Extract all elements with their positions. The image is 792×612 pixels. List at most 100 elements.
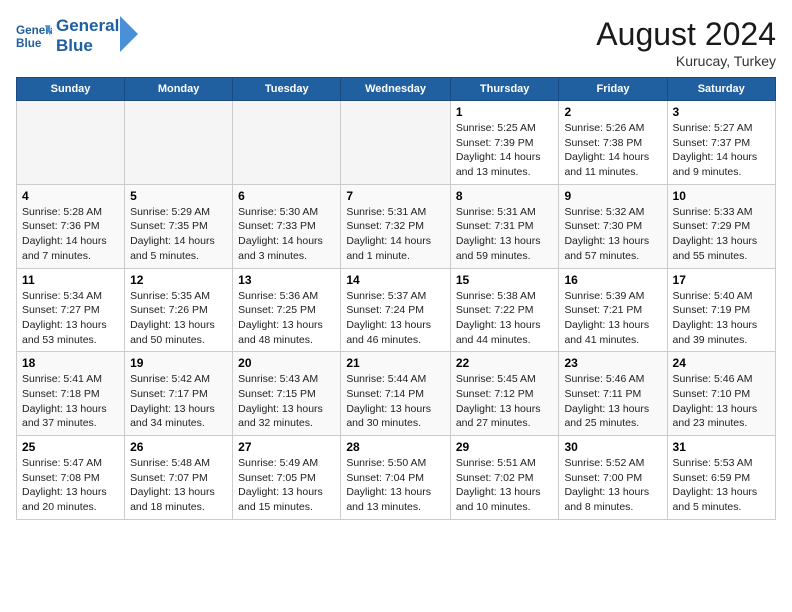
day-info: Sunrise: 5:47 AMSunset: 7:08 PMDaylight:… bbox=[22, 456, 119, 515]
day-number: 23 bbox=[564, 356, 661, 370]
calendar-cell: 17 Sunrise: 5:40 AMSunset: 7:19 PMDayligh… bbox=[667, 268, 775, 352]
day-info: Sunrise: 5:46 AMSunset: 7:10 PMDaylight:… bbox=[673, 372, 770, 431]
month-info: August 2024 Kurucay, Turkey bbox=[596, 16, 776, 69]
calendar-cell: 4 Sunrise: 5:28 AMSunset: 7:36 PMDaylight… bbox=[17, 184, 125, 268]
calendar-cell: 28 Sunrise: 5:50 AMSunset: 7:04 PMDayligh… bbox=[341, 436, 451, 520]
calendar-cell: 3 Sunrise: 5:27 AMSunset: 7:37 PMDaylight… bbox=[667, 101, 775, 185]
day-info: Sunrise: 5:27 AMSunset: 7:37 PMDaylight:… bbox=[673, 121, 770, 180]
logo-icon: General Blue bbox=[16, 18, 52, 54]
calendar-week-4: 18Sunrise: 5:41 AMSunset: 7:18 PMDayligh… bbox=[17, 352, 776, 436]
day-info: Sunrise: 5:28 AMSunset: 7:36 PMDaylight:… bbox=[22, 205, 119, 264]
calendar-cell: 12 Sunrise: 5:35 AMSunset: 7:26 PMDayligh… bbox=[125, 268, 233, 352]
day-info: Sunrise: 5:26 AMSunset: 7:38 PMDaylight:… bbox=[564, 121, 661, 180]
logo-text: General bbox=[56, 16, 119, 36]
day-info: Sunrise: 5:39 AMSunset: 7:21 PMDaylight:… bbox=[564, 289, 661, 348]
calendar-cell: 19 Sunrise: 5:42 AMSunset: 7:17 PMDayligh… bbox=[125, 352, 233, 436]
calendar-cell: 13Sunrise: 5:36 AMSunset: 7:25 PMDayligh… bbox=[233, 268, 341, 352]
day-info: Sunrise: 5:45 AMSunset: 7:12 PMDaylight:… bbox=[456, 372, 554, 431]
calendar-cell: 5 Sunrise: 5:29 AMSunset: 7:35 PMDaylight… bbox=[125, 184, 233, 268]
calendar-cell: 8 Sunrise: 5:31 AMSunset: 7:31 PMDaylight… bbox=[450, 184, 559, 268]
day-number: 6 bbox=[238, 189, 335, 203]
day-info: Sunrise: 5:46 AMSunset: 7:11 PMDaylight:… bbox=[564, 372, 661, 431]
calendar-cell: 9 Sunrise: 5:32 AMSunset: 7:30 PMDaylight… bbox=[559, 184, 667, 268]
page-header: General Blue General Blue August 2024 Ku… bbox=[16, 16, 776, 69]
day-info: Sunrise: 5:25 AMSunset: 7:39 PMDaylight:… bbox=[456, 121, 554, 180]
day-info: Sunrise: 5:38 AMSunset: 7:22 PMDaylight:… bbox=[456, 289, 554, 348]
day-number: 10 bbox=[673, 189, 770, 203]
calendar-cell: 2Sunrise: 5:26 AMSunset: 7:38 PMDaylight… bbox=[559, 101, 667, 185]
calendar-cell: 7Sunrise: 5:31 AMSunset: 7:32 PMDaylight… bbox=[341, 184, 451, 268]
day-number: 5 bbox=[130, 189, 227, 203]
weekday-header-wednesday: Wednesday bbox=[341, 78, 451, 101]
calendar-cell: 29 Sunrise: 5:51 AMSunset: 7:02 PMDayligh… bbox=[450, 436, 559, 520]
day-info: Sunrise: 5:42 AMSunset: 7:17 PMDaylight:… bbox=[130, 372, 227, 431]
calendar-cell: 1 Sunrise: 5:25 AMSunset: 7:39 PMDaylight… bbox=[450, 101, 559, 185]
day-number: 9 bbox=[564, 189, 661, 203]
calendar-cell: 27 Sunrise: 5:49 AMSunset: 7:05 PMDayligh… bbox=[233, 436, 341, 520]
location: Kurucay, Turkey bbox=[596, 53, 776, 69]
day-info: Sunrise: 5:40 AMSunset: 7:19 PMDaylight:… bbox=[673, 289, 770, 348]
day-number: 26 bbox=[130, 440, 227, 454]
day-number: 16 bbox=[564, 273, 661, 287]
month-title: August 2024 bbox=[596, 16, 776, 53]
calendar-table: SundayMondayTuesdayWednesdayThursdayFrid… bbox=[16, 77, 776, 520]
weekday-header-tuesday: Tuesday bbox=[233, 78, 341, 101]
day-info: Sunrise: 5:37 AMSunset: 7:24 PMDaylight:… bbox=[346, 289, 445, 348]
weekday-header-sunday: Sunday bbox=[17, 78, 125, 101]
calendar-cell: 31 Sunrise: 5:53 AMSunset: 6:59 PMDayligh… bbox=[667, 436, 775, 520]
day-number: 24 bbox=[673, 356, 770, 370]
calendar-cell: 20Sunrise: 5:43 AMSunset: 7:15 PMDayligh… bbox=[233, 352, 341, 436]
day-number: 12 bbox=[130, 273, 227, 287]
day-number: 17 bbox=[673, 273, 770, 287]
weekday-header-row: SundayMondayTuesdayWednesdayThursdayFrid… bbox=[17, 78, 776, 101]
day-number: 19 bbox=[130, 356, 227, 370]
svg-text:Blue: Blue bbox=[16, 37, 42, 50]
calendar-cell: 30 Sunrise: 5:52 AMSunset: 7:00 PMDayligh… bbox=[559, 436, 667, 520]
calendar-cell: 16 Sunrise: 5:39 AMSunset: 7:21 PMDayligh… bbox=[559, 268, 667, 352]
day-number: 30 bbox=[564, 440, 661, 454]
weekday-header-saturday: Saturday bbox=[667, 78, 775, 101]
day-number: 27 bbox=[238, 440, 335, 454]
calendar-cell: 22Sunrise: 5:45 AMSunset: 7:12 PMDayligh… bbox=[450, 352, 559, 436]
day-info: Sunrise: 5:36 AMSunset: 7:25 PMDaylight:… bbox=[238, 289, 335, 348]
day-info: Sunrise: 5:48 AMSunset: 7:07 PMDaylight:… bbox=[130, 456, 227, 515]
weekday-header-monday: Monday bbox=[125, 78, 233, 101]
logo-chevron-icon bbox=[119, 16, 139, 52]
day-info: Sunrise: 5:53 AMSunset: 6:59 PMDaylight:… bbox=[673, 456, 770, 515]
calendar-week-5: 25Sunrise: 5:47 AMSunset: 7:08 PMDayligh… bbox=[17, 436, 776, 520]
logo: General Blue General Blue bbox=[16, 16, 139, 57]
day-number: 20 bbox=[238, 356, 335, 370]
calendar-cell: 24 Sunrise: 5:46 AMSunset: 7:10 PMDayligh… bbox=[667, 352, 775, 436]
day-info: Sunrise: 5:44 AMSunset: 7:14 PMDaylight:… bbox=[346, 372, 445, 431]
calendar-cell bbox=[233, 101, 341, 185]
calendar-week-1: 1 Sunrise: 5:25 AMSunset: 7:39 PMDaylight… bbox=[17, 101, 776, 185]
calendar-cell: 21Sunrise: 5:44 AMSunset: 7:14 PMDayligh… bbox=[341, 352, 451, 436]
weekday-header-thursday: Thursday bbox=[450, 78, 559, 101]
calendar-cell: 14Sunrise: 5:37 AMSunset: 7:24 PMDayligh… bbox=[341, 268, 451, 352]
day-number: 31 bbox=[673, 440, 770, 454]
day-number: 29 bbox=[456, 440, 554, 454]
day-info: Sunrise: 5:50 AMSunset: 7:04 PMDaylight:… bbox=[346, 456, 445, 515]
day-number: 1 bbox=[456, 105, 554, 119]
day-info: Sunrise: 5:33 AMSunset: 7:29 PMDaylight:… bbox=[673, 205, 770, 264]
day-info: Sunrise: 5:35 AMSunset: 7:26 PMDaylight:… bbox=[130, 289, 227, 348]
day-info: Sunrise: 5:51 AMSunset: 7:02 PMDaylight:… bbox=[456, 456, 554, 515]
day-info: Sunrise: 5:52 AMSunset: 7:00 PMDaylight:… bbox=[564, 456, 661, 515]
day-info: Sunrise: 5:32 AMSunset: 7:30 PMDaylight:… bbox=[564, 205, 661, 264]
calendar-cell: 23 Sunrise: 5:46 AMSunset: 7:11 PMDayligh… bbox=[559, 352, 667, 436]
day-number: 11 bbox=[22, 273, 119, 287]
day-number: 3 bbox=[673, 105, 770, 119]
day-number: 28 bbox=[346, 440, 445, 454]
day-info: Sunrise: 5:34 AMSunset: 7:27 PMDaylight:… bbox=[22, 289, 119, 348]
day-info: Sunrise: 5:29 AMSunset: 7:35 PMDaylight:… bbox=[130, 205, 227, 264]
day-info: Sunrise: 5:30 AMSunset: 7:33 PMDaylight:… bbox=[238, 205, 335, 264]
calendar-cell bbox=[17, 101, 125, 185]
day-number: 7 bbox=[346, 189, 445, 203]
day-info: Sunrise: 5:49 AMSunset: 7:05 PMDaylight:… bbox=[238, 456, 335, 515]
calendar-cell: 15Sunrise: 5:38 AMSunset: 7:22 PMDayligh… bbox=[450, 268, 559, 352]
calendar-cell: 6 Sunrise: 5:30 AMSunset: 7:33 PMDaylight… bbox=[233, 184, 341, 268]
day-info: Sunrise: 5:31 AMSunset: 7:31 PMDaylight:… bbox=[456, 205, 554, 264]
day-number: 4 bbox=[22, 189, 119, 203]
day-number: 8 bbox=[456, 189, 554, 203]
calendar-cell bbox=[341, 101, 451, 185]
